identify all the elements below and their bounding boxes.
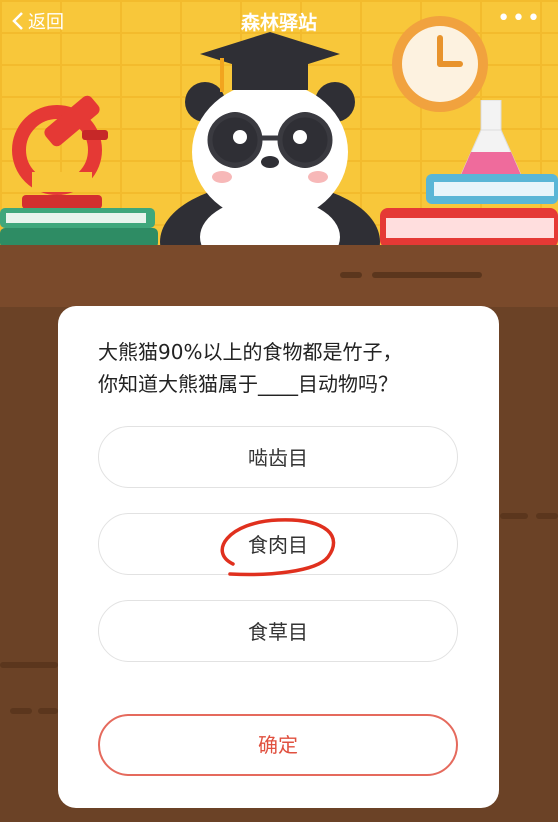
- question-line-1: 大熊猫90%以上的食物都是竹子，: [98, 340, 403, 364]
- desk-groove: [340, 272, 362, 278]
- header-illustration: 返回 森林驿站 •••: [0, 0, 558, 250]
- confirm-button[interactable]: 确定: [98, 714, 458, 776]
- books-right-icon: [380, 174, 558, 248]
- books-left-icon: [0, 208, 158, 248]
- page-title: 森林驿站: [240, 12, 317, 34]
- wood-groove: [536, 513, 558, 519]
- option-herbivore[interactable]: 食草目: [98, 600, 458, 662]
- option-rodentia[interactable]: 啮齿目: [98, 426, 458, 488]
- quiz-card: 大熊猫90%以上的食物都是竹子， 你知道大熊猫属于____目动物吗？ 啮齿目 食…: [58, 306, 499, 808]
- wood-groove: [38, 708, 58, 714]
- more-button[interactable]: •••: [497, 6, 542, 31]
- nav-bar: 返回 森林驿站 •••: [0, 0, 558, 40]
- red-circle-annotation: [220, 518, 336, 577]
- wood-groove: [10, 708, 32, 714]
- wood-groove: [0, 662, 58, 668]
- desk-groove: [372, 272, 482, 278]
- question-line-2: 你知道大熊猫属于____目动物吗？: [98, 372, 398, 396]
- question-text: 大熊猫90%以上的食物都是竹子， 你知道大熊猫属于____目动物吗？: [98, 336, 478, 400]
- panda-graduate-icon: [160, 32, 380, 250]
- wood-groove: [500, 513, 528, 519]
- flask-icon: [460, 100, 522, 176]
- microscope-icon: [12, 95, 108, 209]
